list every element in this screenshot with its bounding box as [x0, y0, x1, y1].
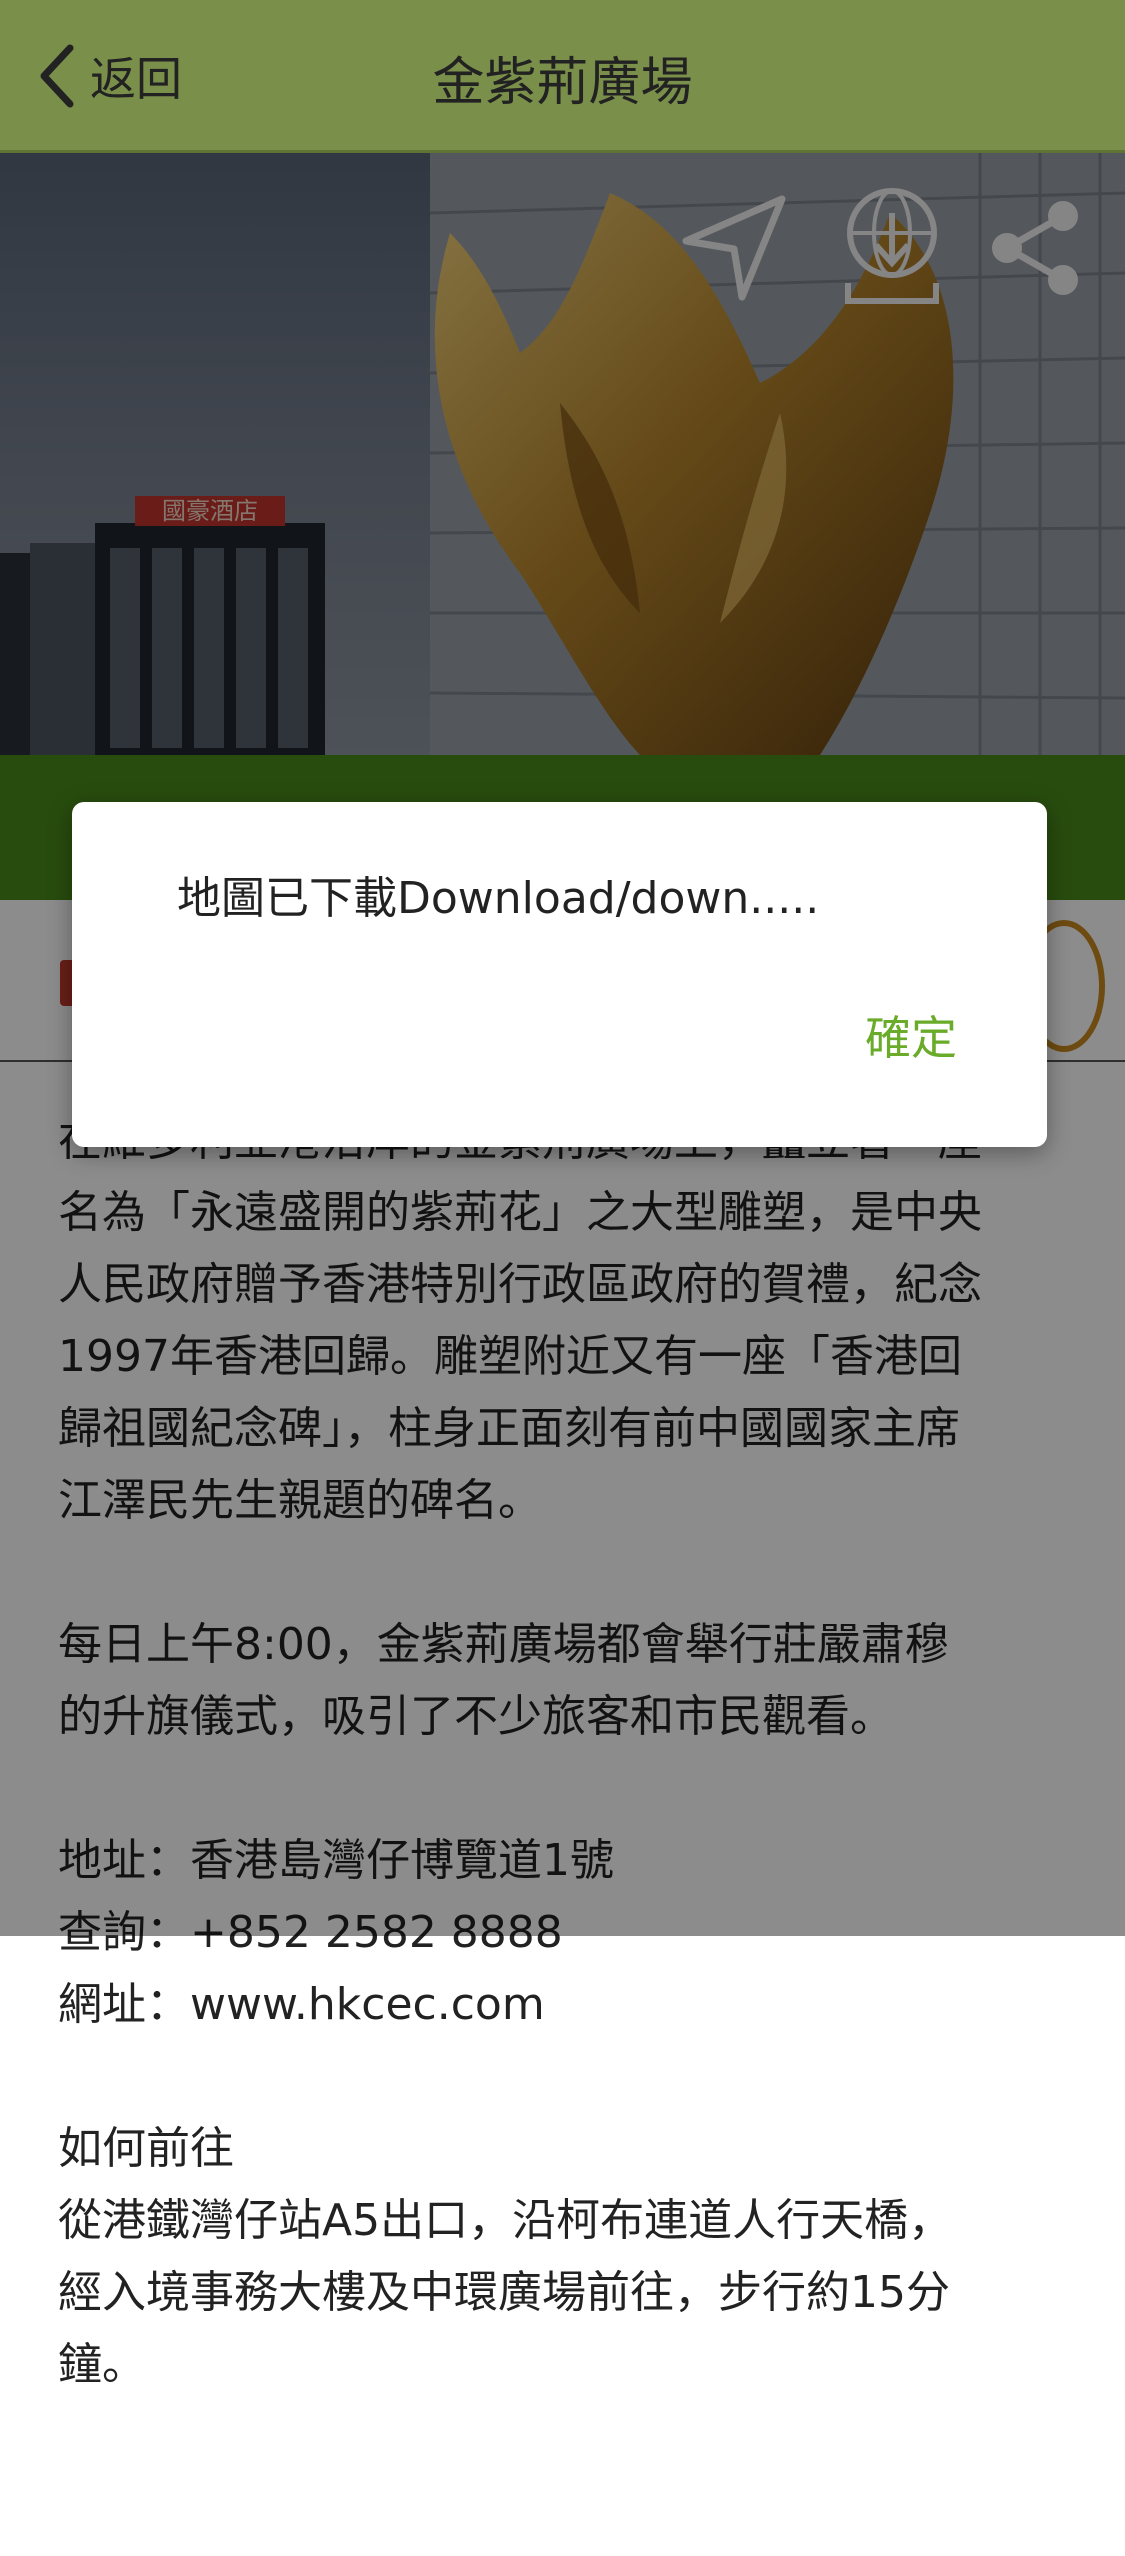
directions-line: 從港鐵灣仔站A5出口，沿柯布連道人行天橋，: [58, 2195, 953, 2246]
page-title: 金紫荊廣場: [432, 53, 693, 113]
directions-section: 如何前往 從港鐵灣仔站A5出口，沿柯布連道人行天橋， 經入境事務大樓及中環廣場前…: [58, 2113, 1068, 2401]
app-header: 返回 金紫荊廣場: [0, 0, 1125, 153]
confirm-button[interactable]: 確定: [865, 1002, 957, 1068]
website-link[interactable]: 網址：www.hkcec.com: [58, 1979, 545, 2030]
dialog-message: 地圖已下載Download/down.....: [177, 873, 820, 924]
download-dialog: 地圖已下載Download/down..... 確定: [72, 802, 1047, 1147]
directions-line: 鐘。: [58, 2339, 146, 2390]
directions-title: 如何前往: [58, 2123, 234, 2174]
directions-line: 經入境事務大樓及中環廣場前往，步行約15分: [58, 2267, 950, 2318]
